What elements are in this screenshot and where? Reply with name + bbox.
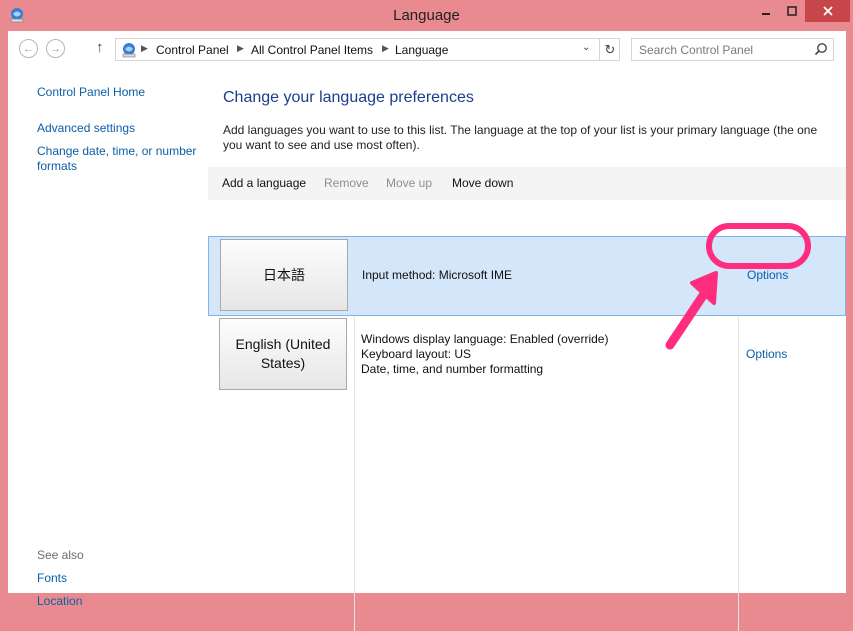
breadcrumb-language[interactable]: Language [395, 43, 448, 57]
control-panel-icon [122, 43, 136, 58]
breadcrumb-all-items[interactable]: All Control Panel Items [251, 43, 373, 57]
back-button[interactable]: ← [19, 39, 38, 58]
language-tile[interactable]: English (United States) [219, 318, 347, 390]
language-tile[interactable]: 日本語 [220, 239, 348, 311]
page-title: Change your language preferences [223, 89, 474, 106]
advanced-settings-link[interactable]: Advanced settings [37, 121, 135, 136]
add-language-button[interactable]: Add a language [222, 176, 306, 190]
chevron-down-icon[interactable]: ⌄ [582, 42, 590, 53]
change-date-link-line2: formats [37, 159, 78, 173]
fonts-link[interactable]: Fonts [37, 571, 67, 586]
formatting-text: Date, time, and number formatting [361, 362, 544, 376]
maximize-icon [787, 6, 797, 16]
breadcrumb-control-panel[interactable]: Control Panel [156, 43, 229, 57]
refresh-button[interactable]: ↻ [599, 39, 620, 60]
window-title: Language [393, 7, 460, 24]
close-icon [822, 6, 833, 16]
close-button[interactable] [805, 0, 850, 22]
see-also-heading: See also [37, 548, 84, 562]
search-input[interactable] [632, 39, 812, 60]
up-button[interactable]: ↑ [96, 39, 104, 56]
location-link[interactable]: Location [37, 594, 82, 609]
breadcrumb-separator-icon[interactable]: ▶ [237, 43, 244, 54]
search-box [631, 38, 834, 61]
refresh-icon: ↻ [604, 41, 616, 57]
breadcrumb-separator-icon[interactable]: ▶ [382, 43, 389, 54]
minimize-button[interactable] [752, 0, 779, 22]
display-language-text: Windows display language: Enabled (overr… [361, 332, 609, 346]
back-arrow-icon: ← [23, 42, 34, 55]
language-info: Windows display language: Enabled (overr… [361, 332, 608, 377]
up-arrow-icon: ↑ [96, 39, 104, 56]
keyboard-layout-text: Keyboard layout: US [361, 347, 472, 361]
maximize-button[interactable] [779, 0, 805, 22]
language-row-english[interactable]: English (United States) Windows display … [208, 316, 846, 396]
language-window: Language ← → ↑ ▶ Control Panel ▶ All Con… [0, 0, 853, 631]
left-navigation: Control Panel Home Advanced settings Cha… [8, 66, 208, 608]
control-panel-home-link[interactable]: Control Panel Home [37, 85, 145, 100]
main-content: Change your language preferences Add lan… [208, 66, 846, 631]
move-down-button[interactable]: Move down [452, 176, 513, 190]
pointer-arrow-icon [665, 271, 718, 350]
address-field[interactable]: ▶ Control Panel ▶ All Control Panel Item… [115, 38, 620, 61]
options-link[interactable]: Options [747, 268, 788, 282]
language-info: Input method: Microsoft IME [362, 268, 512, 283]
language-toolbar: Add a language Remove Move up Move down [208, 167, 846, 200]
move-up-button[interactable]: Move up [386, 176, 432, 190]
minimize-icon [761, 13, 770, 15]
page-description: Add languages you want to use to this li… [223, 123, 818, 152]
title-bar[interactable]: Language [0, 0, 853, 31]
input-method-text: Input method: Microsoft IME [362, 268, 513, 282]
forward-arrow-icon: → [50, 42, 61, 55]
options-link[interactable]: Options [746, 347, 787, 361]
address-bar: ← → ↑ ▶ Control Panel ▶ All Control Pane… [8, 31, 846, 66]
change-date-link-line1: Change date, time, or number [37, 144, 197, 158]
search-icon[interactable] [814, 42, 828, 56]
remove-button[interactable]: Remove [324, 176, 369, 190]
breadcrumb-separator-icon[interactable]: ▶ [141, 43, 148, 54]
forward-button[interactable]: → [46, 39, 65, 58]
change-date-time-formats-link[interactable]: Change date, time, or number formats [37, 144, 196, 174]
